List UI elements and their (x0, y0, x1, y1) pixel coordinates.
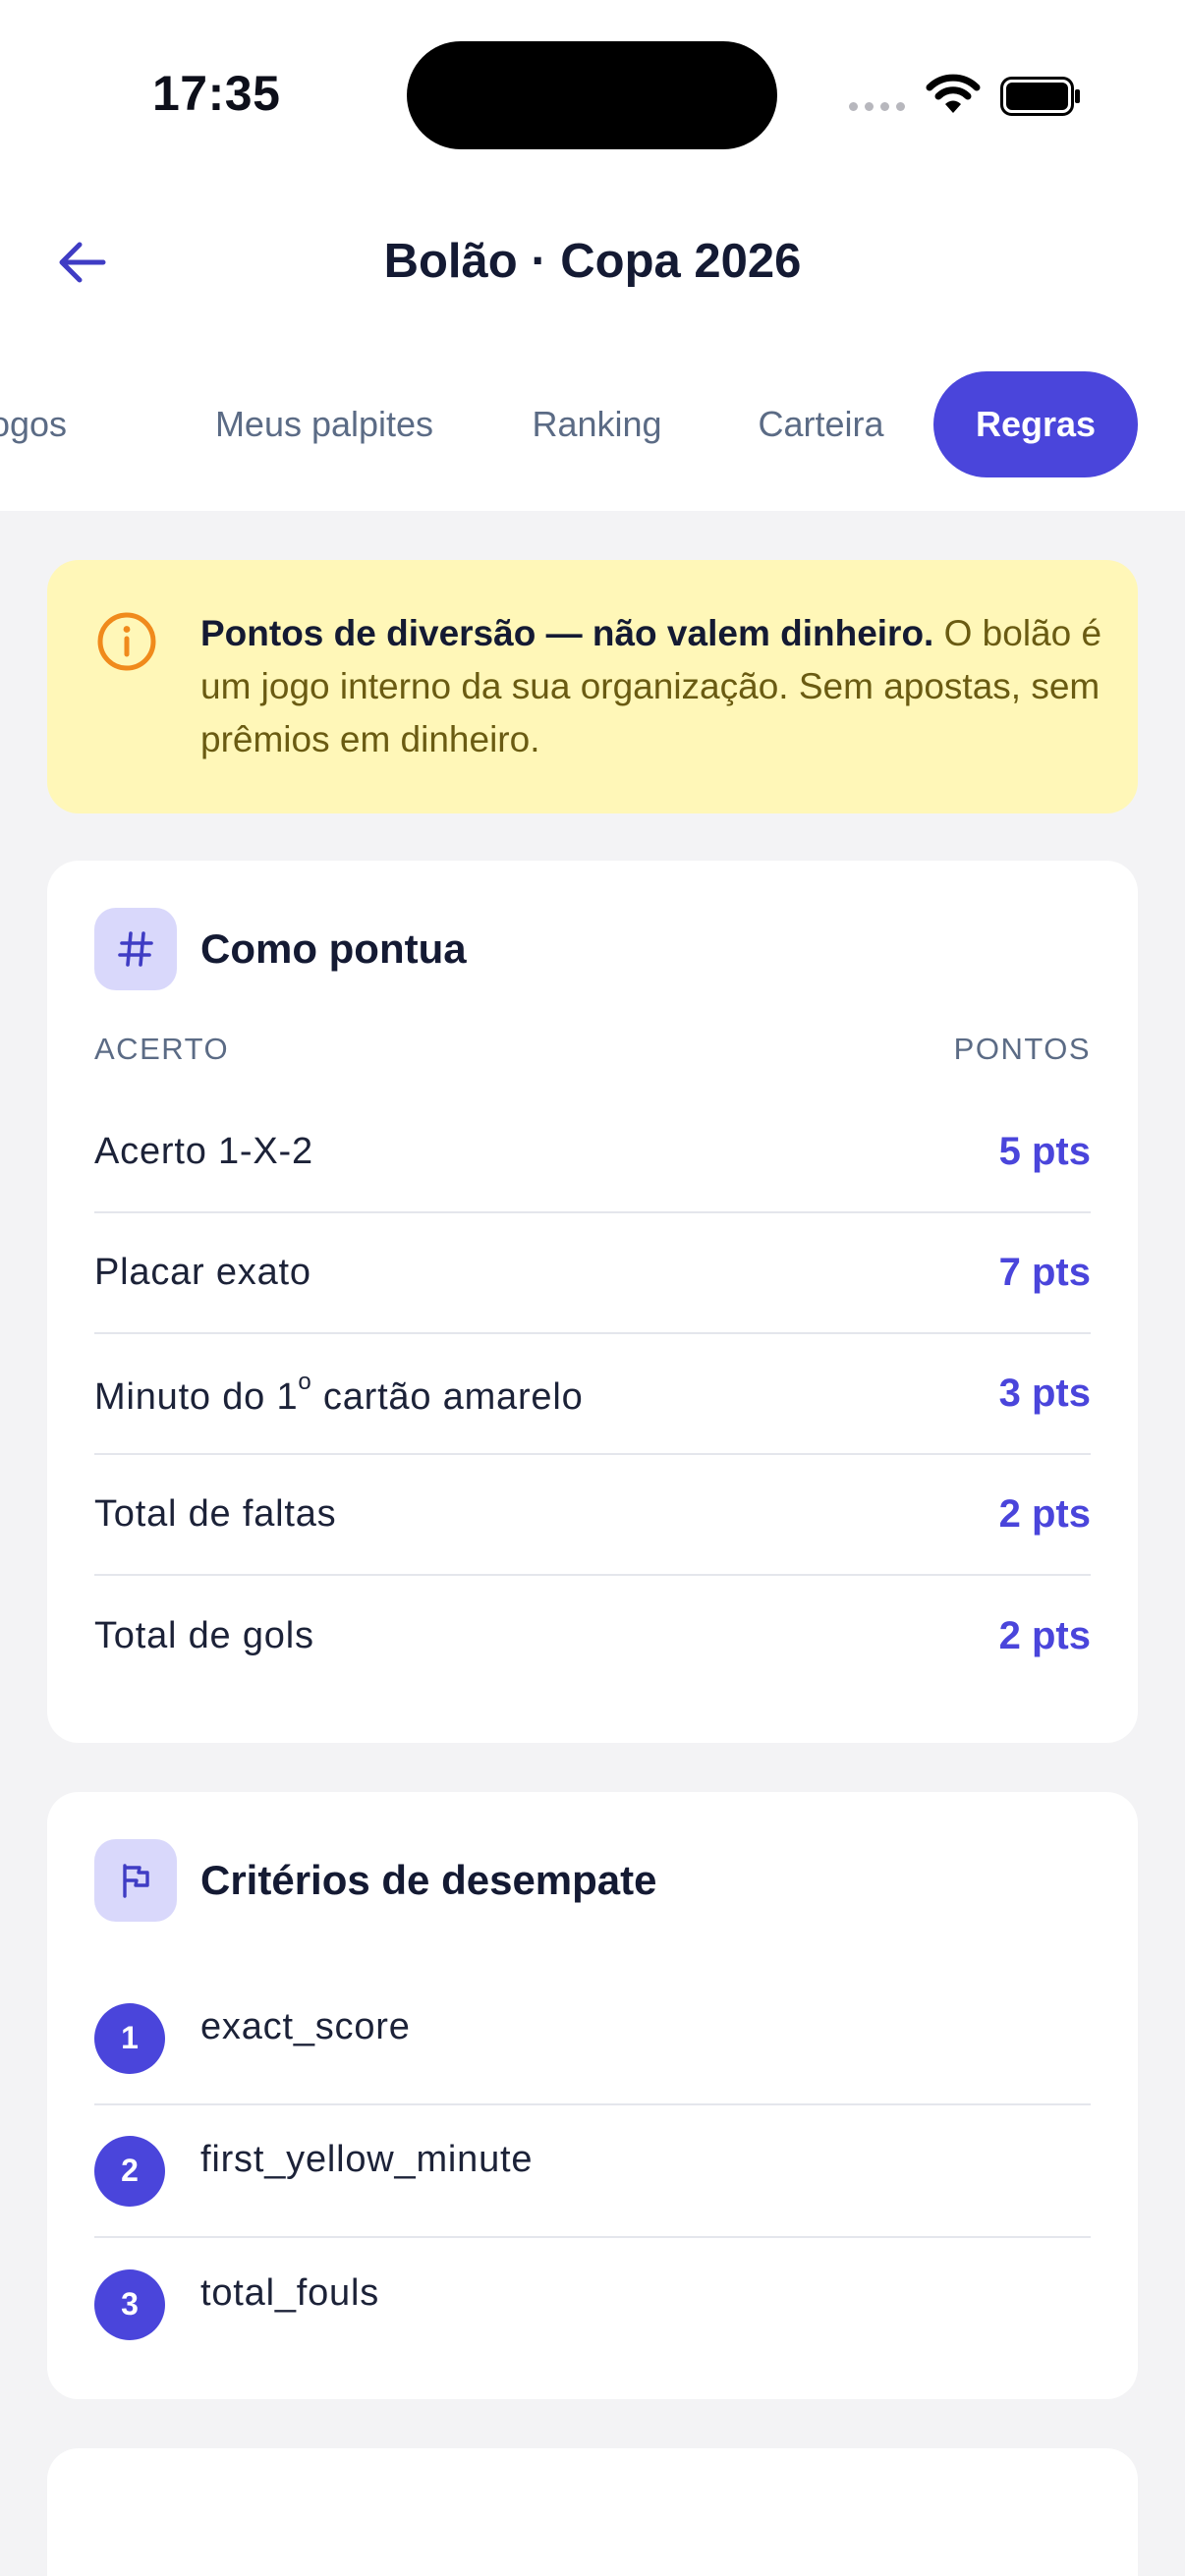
scoring-row-label: Minuto do 1o cartão amarelo (94, 1369, 584, 1418)
scoring-title: Como pontua (200, 925, 467, 972)
tiebreak-rank-badge: 2 (94, 2135, 165, 2207)
info-circle-icon (97, 612, 156, 671)
flag-icon (94, 1839, 177, 1922)
dynamic-island (407, 41, 777, 149)
tab-regras[interactable]: Regras (933, 371, 1138, 477)
notice-bold: Pontos de diversão — não valem dinheiro. (200, 613, 934, 653)
tab-carteira[interactable]: Carteira (735, 371, 907, 477)
tiebreak-rank-badge: 1 (94, 2002, 165, 2074)
scoring-row: Acerto 1-X-2 5 pts (94, 1092, 1091, 1213)
tiebreak-item: 3 total_fouls (94, 2238, 1091, 2371)
tab-ranking[interactable]: Ranking (511, 371, 683, 477)
battery-icon (1000, 77, 1080, 116)
column-header-pontos: PONTOS (953, 1032, 1091, 1066)
next-card (47, 2448, 1138, 2576)
wifi-icon (926, 74, 981, 113)
tab-jogos[interactable]: Jogos (0, 371, 118, 477)
scoring-row-points: 3 pts (998, 1372, 1091, 1415)
tiebreak-label: total_fouls (200, 2272, 380, 2314)
scoring-row-label: Total de faltas (94, 1493, 337, 1535)
scoring-row: Placar exato 7 pts (94, 1213, 1091, 1334)
tiebreak-label: exact_score (200, 2006, 411, 2047)
top-bar: 17:35 Bolão · Copa 2026 Jogos Meus palpi… (0, 0, 1185, 511)
tiebreak-card: Critérios de desempate 1 exact_score 2 f… (47, 1792, 1138, 2399)
tiebreak-label: first_yellow_minute (200, 2139, 534, 2180)
scoring-row-points: 2 pts (998, 1492, 1091, 1536)
page-title: Bolão · Copa 2026 (383, 235, 802, 288)
tiebreak-item: 2 first_yellow_minute (94, 2105, 1091, 2238)
scoring-row-points: 2 pts (998, 1614, 1091, 1657)
tiebreak-title: Critérios de desempate (200, 1857, 657, 1903)
status-time: 17:35 (152, 66, 281, 121)
scoring-row: Minuto do 1o cartão amarelo 3 pts (94, 1334, 1091, 1455)
tab-meus-palpites[interactable]: Meus palpites (187, 371, 462, 477)
scoring-row-points: 7 pts (998, 1251, 1091, 1294)
scoring-row-label: Placar exato (94, 1252, 311, 1293)
tab-bar: Jogos Meus palpites Ranking Carteira Reg… (0, 371, 1185, 479)
notice-text: Pontos de diversão — não valem dinheiro.… (200, 607, 1104, 766)
scoring-row: Total de gols 2 pts (94, 1576, 1091, 1697)
fun-points-notice: Pontos de diversão — não valem dinheiro.… (47, 560, 1138, 813)
scoring-card: Como pontua ACERTO PONTOS Acerto 1-X-2 5… (47, 861, 1138, 1743)
cellular-signal-icon (849, 102, 905, 111)
tiebreak-rank-badge: 3 (94, 2268, 165, 2340)
scoring-row-label: Total de gols (94, 1615, 314, 1656)
scoring-row-points: 5 pts (998, 1130, 1091, 1173)
hash-icon (94, 908, 177, 990)
scoring-row-label: Acerto 1-X-2 (94, 1131, 313, 1172)
scoring-row: Total de faltas 2 pts (94, 1455, 1091, 1576)
column-header-acerto: ACERTO (94, 1032, 230, 1066)
tiebreak-item: 1 exact_score (94, 1973, 1091, 2105)
